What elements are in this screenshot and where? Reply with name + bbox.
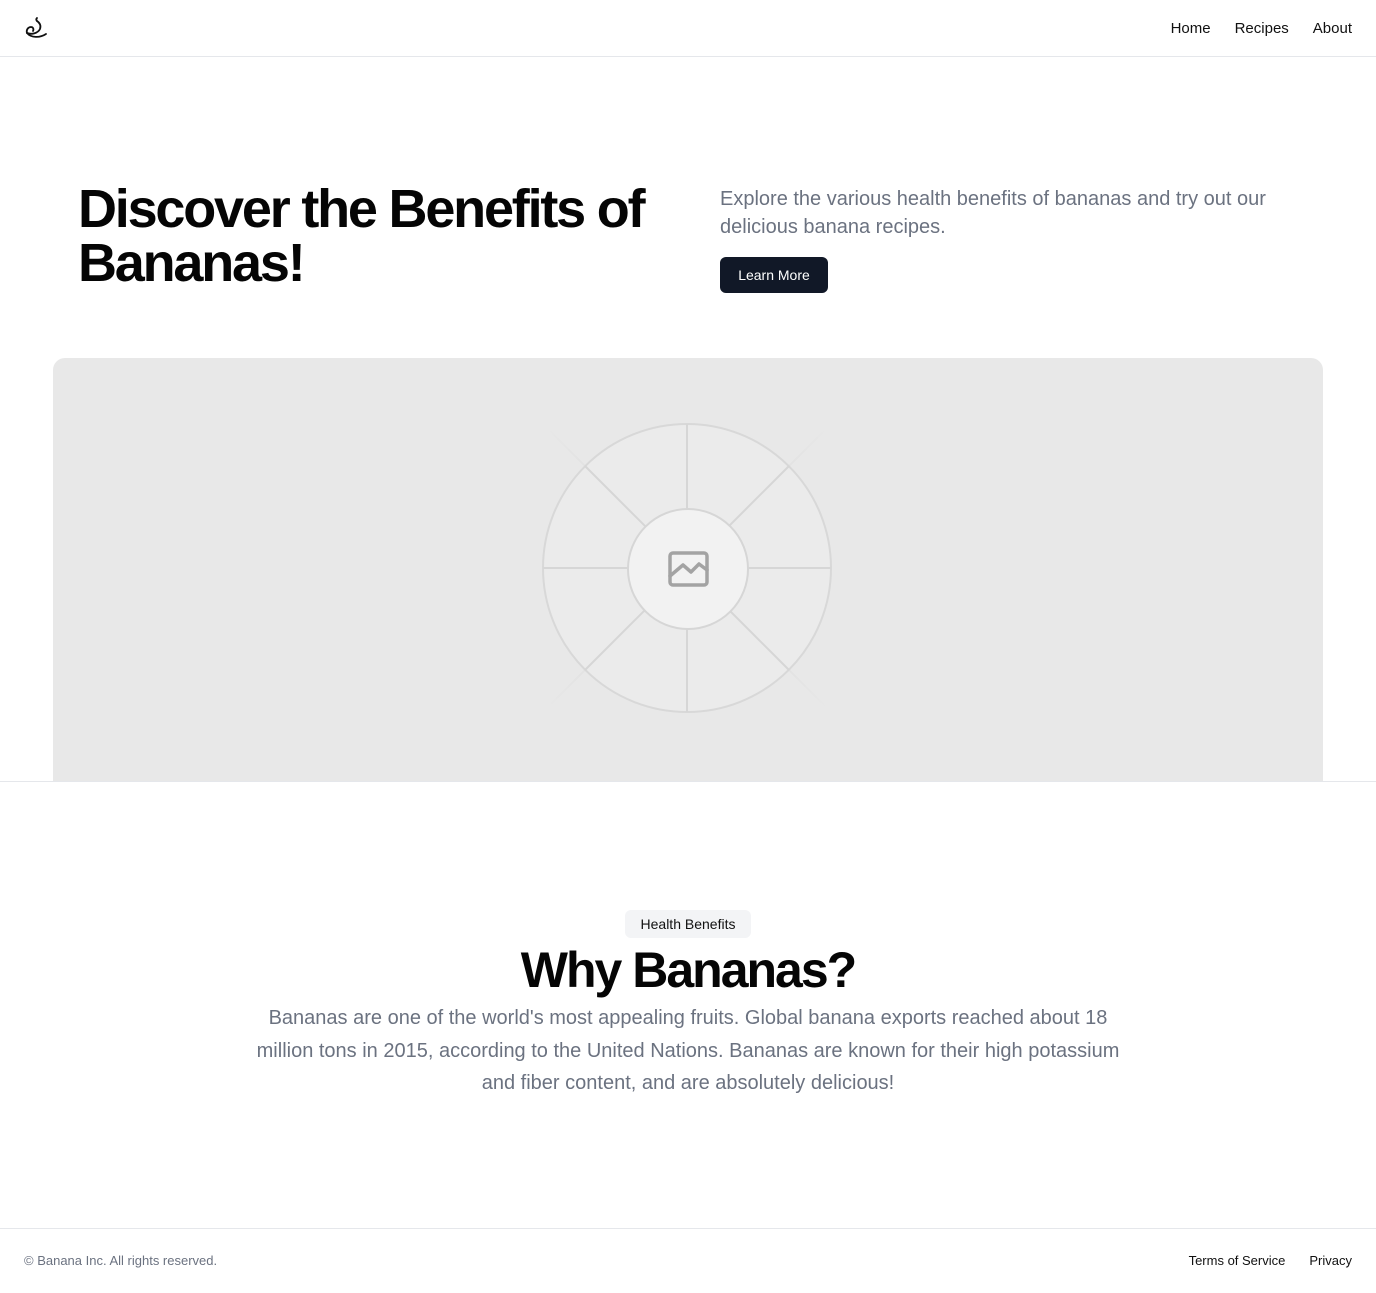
nav-about-link[interactable]: About [1313,20,1352,37]
privacy-link[interactable]: Privacy [1309,1253,1352,1268]
site-footer: © Banana Inc. All rights reserved. Terms… [0,1228,1376,1293]
copyright-text: © Banana Inc. All rights reserved. [24,1253,218,1268]
banana-logo-icon[interactable] [22,14,50,42]
image-placeholder-graphic [486,358,888,782]
site-header: Home Recipes About [0,0,1376,57]
hero-image-placeholder [53,358,1323,782]
nav-home-link[interactable]: Home [1171,20,1211,37]
hero-title: Discover the Benefits of Bananas! [78,179,646,293]
health-benefits-badge: Health Benefits [625,910,751,938]
section-description: Bananas are one of the world's most appe… [256,1007,1120,1094]
section-title: Why Bananas? [520,942,857,998]
hero-subtitle: Explore the various health benefits of b… [720,188,1266,238]
main-nav: Home Recipes About [1171,0,1352,56]
learn-more-button[interactable]: Learn More [720,257,828,293]
terms-of-service-link[interactable]: Terms of Service [1189,1253,1286,1268]
nav-recipes-link[interactable]: Recipes [1235,20,1289,37]
section-divider [0,781,1376,782]
footer-nav: Terms of Service Privacy [1189,1253,1352,1268]
